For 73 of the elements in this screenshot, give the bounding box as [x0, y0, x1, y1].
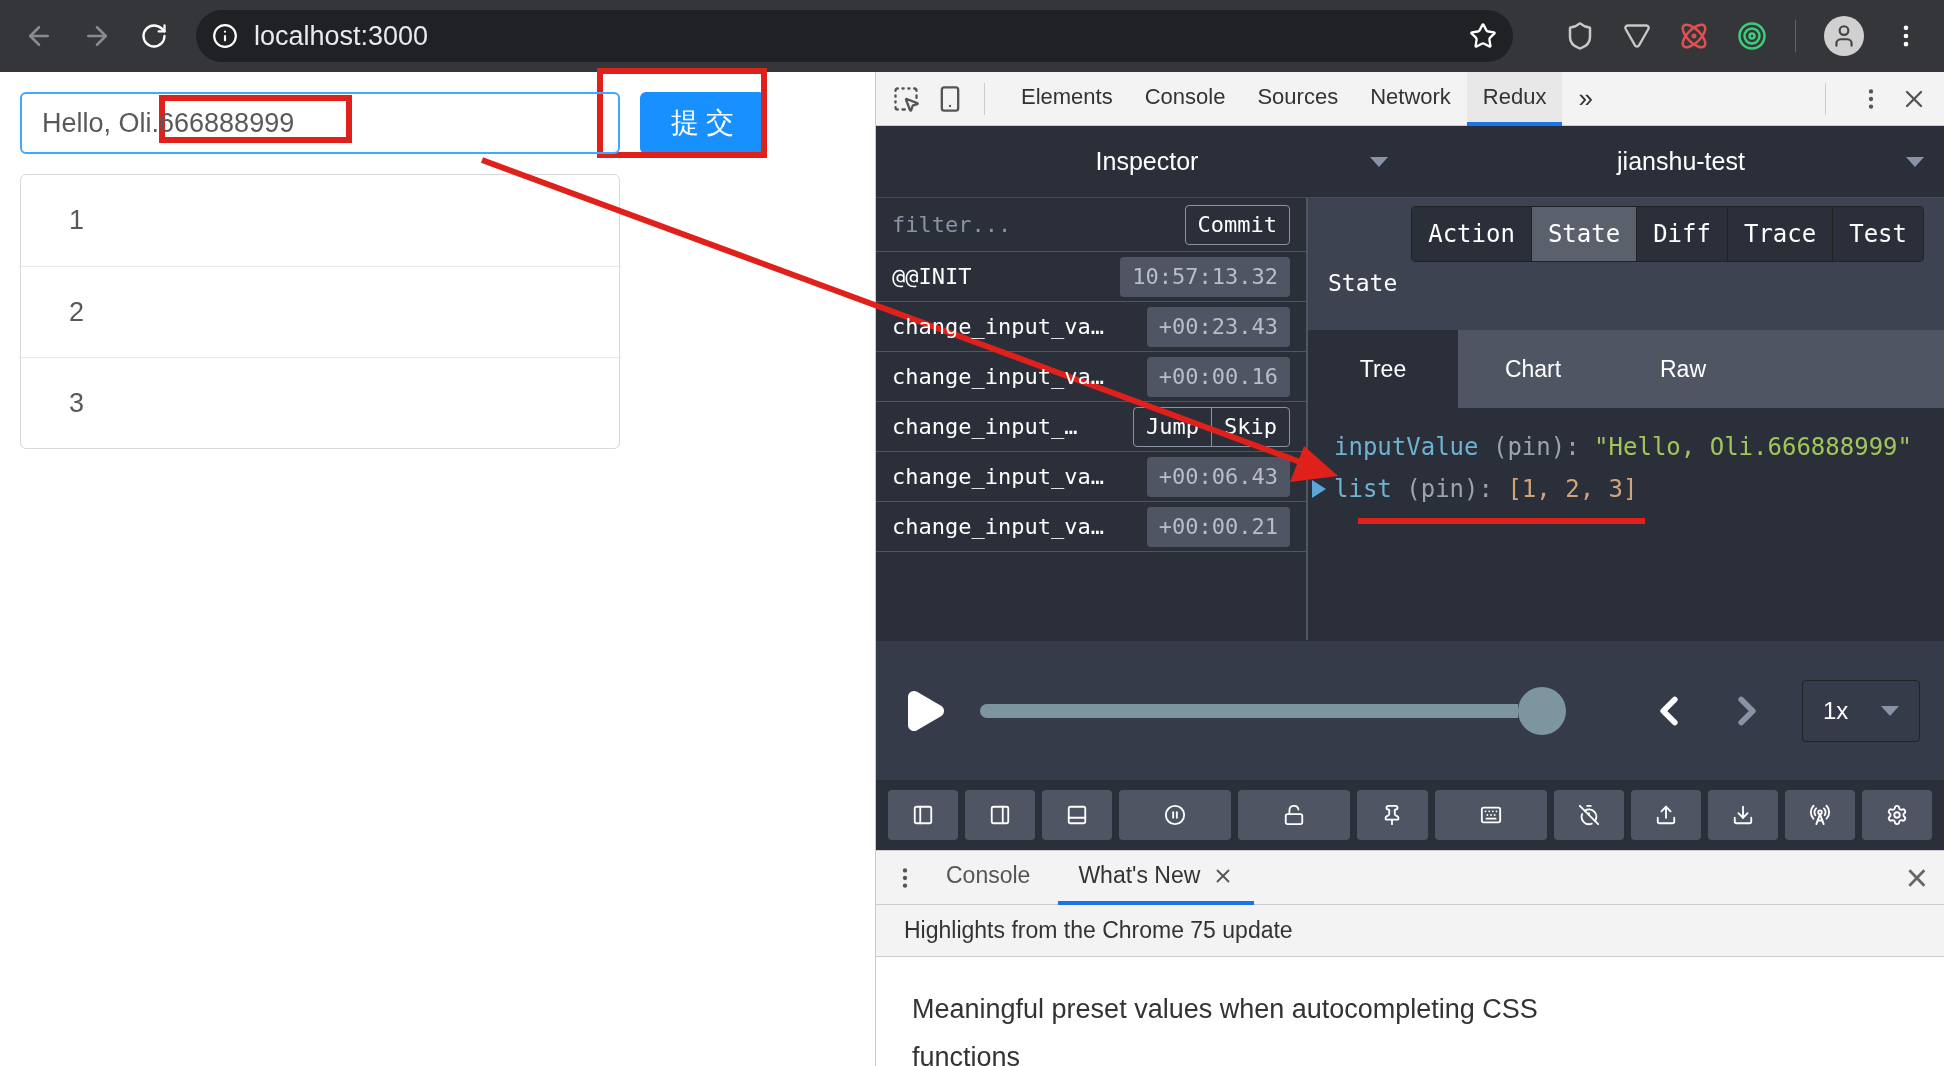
- toolbar-button[interactable]: [1630, 790, 1701, 840]
- action-time: 10:57:13.32: [1120, 256, 1290, 297]
- address-bar[interactable]: localhost:3000: [196, 10, 1513, 62]
- action-name[interactable]: change_input_…: [892, 410, 1078, 443]
- devtools-tab[interactable]: Elements: [1005, 71, 1129, 126]
- devtools-tab[interactable]: Console: [1128, 71, 1242, 126]
- avatar[interactable]: [1824, 16, 1864, 56]
- toolbar-button[interactable]: [1357, 790, 1428, 840]
- target-icon[interactable]: [1737, 21, 1767, 51]
- store-select[interactable]: jianshu-test: [1617, 142, 1745, 181]
- toolbar-button[interactable]: [1707, 790, 1778, 840]
- list-item: 2: [21, 266, 619, 357]
- atom-icon[interactable]: [1679, 21, 1709, 51]
- triangle-icon[interactable]: [1623, 22, 1651, 50]
- action-name[interactable]: change_input_va…: [892, 510, 1104, 543]
- settings-icon: [1886, 804, 1908, 826]
- list-item: 3: [21, 357, 619, 448]
- action-name[interactable]: change_input_va…: [892, 460, 1104, 493]
- toolbar-button[interactable]: [888, 790, 959, 840]
- speed-select[interactable]: 1x: [1802, 679, 1920, 742]
- state-heading: State: [1328, 269, 1399, 298]
- devtools-tab[interactable]: Sources: [1241, 71, 1355, 126]
- action-time: +00:06.43: [1146, 456, 1290, 497]
- upload-icon: [1654, 804, 1677, 826]
- panel-left-icon: [912, 804, 935, 826]
- more-tabs-button[interactable]: »: [1562, 79, 1609, 118]
- toolbar-button[interactable]: [1861, 790, 1933, 840]
- toolbar-button[interactable]: [1784, 790, 1855, 840]
- panel-bottom-icon: [1066, 804, 1089, 826]
- download-icon: [1731, 804, 1754, 826]
- toolbar-button[interactable]: [1553, 790, 1624, 840]
- action-name[interactable]: @@INIT: [892, 260, 972, 293]
- toolbar-button[interactable]: [965, 790, 1036, 840]
- info-icon[interactable]: [212, 23, 238, 49]
- inspector-tab[interactable]: Diff: [1636, 207, 1727, 261]
- inspector-tab[interactable]: Test: [1832, 207, 1923, 261]
- highlights-bar: Highlights from the Chrome 75 update: [876, 905, 1944, 957]
- panel-right-icon: [989, 804, 1012, 826]
- monitor-select[interactable]: Inspector: [1095, 142, 1199, 181]
- action-time: +00:00.16: [1146, 356, 1290, 397]
- devtools-tab[interactable]: Network: [1354, 71, 1467, 126]
- action-time: +00:00.21: [1146, 506, 1290, 547]
- pause-icon: [1164, 804, 1187, 826]
- timer-off-icon: [1577, 804, 1600, 826]
- inspector-tab[interactable]: State: [1530, 207, 1637, 261]
- article-title: Meaningful preset values when autocompleting CSS functions: [912, 993, 1539, 1066]
- expand-arrow-icon[interactable]: [1312, 480, 1326, 498]
- list-item: 1: [68, 204, 86, 238]
- keyboard-icon: [1479, 804, 1502, 826]
- caret-icon: [1881, 705, 1899, 716]
- antenna-icon: [1808, 804, 1831, 826]
- caret-icon: [1906, 156, 1924, 167]
- inspector-tab[interactable]: Action: [1412, 207, 1531, 261]
- slider-thumb[interactable]: [1518, 686, 1566, 735]
- drawer-tab[interactable]: Console: [926, 850, 1051, 905]
- view-tab[interactable]: Tree: [1308, 330, 1458, 408]
- filter-field[interactable]: filter...: [892, 208, 1142, 241]
- action-time: +00:23.43: [1146, 306, 1290, 347]
- inspect-icon[interactable]: [892, 84, 920, 113]
- inspector-tab[interactable]: Trace: [1726, 207, 1833, 261]
- devtools-tab[interactable]: Redux: [1466, 71, 1563, 126]
- url-text: localhost:3000: [254, 19, 430, 53]
- tree-node-text: list (pin): [1, 2, 3]: [1334, 474, 1638, 505]
- action-button[interactable]: Skip: [1211, 407, 1289, 446]
- slider-track[interactable]: [980, 703, 1518, 718]
- commit-button[interactable]: Commit: [1184, 204, 1290, 245]
- reload-icon[interactable]: [140, 22, 168, 50]
- tree-node-text: inputValue (pin): "Hello, Oli.666888999": [1334, 432, 1912, 463]
- unlock-icon: [1283, 804, 1306, 826]
- drawer-close-button[interactable]: ×: [1905, 858, 1928, 897]
- toolbar-button[interactable]: [1042, 790, 1113, 840]
- caret-icon: [1370, 156, 1388, 167]
- star-icon[interactable]: [1469, 22, 1497, 50]
